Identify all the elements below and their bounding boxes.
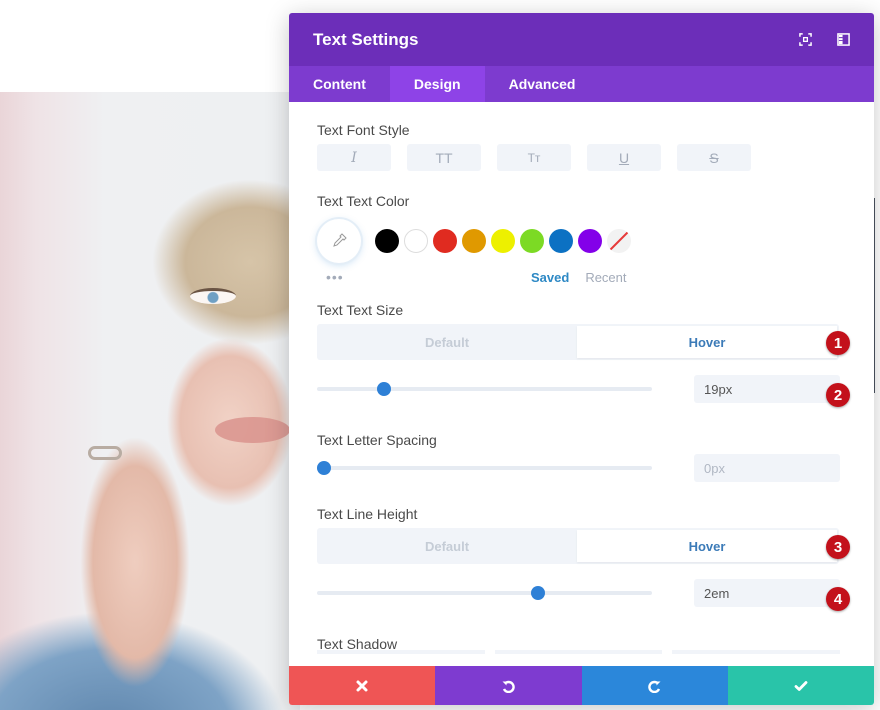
tab-design[interactable]: Design: [389, 66, 485, 102]
annotation-badge-2: 2: [826, 383, 850, 407]
photo-lips: [215, 417, 290, 443]
swatch-yellow[interactable]: [491, 229, 515, 253]
font-style-label: Text Font Style: [317, 122, 410, 138]
redo-button[interactable]: [581, 666, 728, 705]
text-color-section: Text Text Color ••• Saved Recent: [317, 193, 840, 286]
text-shadow-section: Text Shadow: [317, 636, 840, 658]
modal-title: Text Settings: [313, 29, 419, 49]
line-height-hover-tab[interactable]: Hover: [577, 530, 837, 562]
save-button[interactable]: [727, 666, 874, 705]
eyedropper-icon: [333, 233, 347, 247]
text-size-input[interactable]: [694, 375, 840, 403]
modal-header: Text Settings: [289, 13, 874, 66]
letter-spacing-label: Text Letter Spacing: [317, 432, 437, 448]
letter-spacing-section: Text Letter Spacing: [316, 432, 840, 482]
italic-icon: I: [351, 149, 357, 166]
uppercase-button[interactable]: TT: [407, 144, 481, 171]
text-size-default-tab[interactable]: Default: [317, 324, 577, 360]
tab-advanced[interactable]: Advanced: [485, 66, 600, 102]
modal-footer: [289, 666, 874, 705]
undo-icon: [502, 680, 516, 693]
undo-button[interactable]: [435, 666, 582, 705]
swatch-black[interactable]: [375, 229, 399, 253]
italic-button[interactable]: I: [317, 144, 391, 171]
settings-body: Text Font Style I TT Tт U S Text Text Co…: [289, 102, 874, 665]
letter-spacing-input[interactable]: [694, 454, 840, 482]
saved-colors-tab[interactable]: Saved: [531, 270, 569, 285]
color-picker-button[interactable]: [317, 219, 361, 263]
line-height-input[interactable]: [694, 579, 840, 607]
background-photo: [0, 92, 300, 710]
photo-ring: [88, 446, 122, 460]
text-settings-modal: Text Settings Content Design Advanced Te…: [289, 13, 874, 705]
swatch-green[interactable]: [520, 229, 544, 253]
photo-eye: [190, 288, 236, 304]
letter-spacing-slider-handle[interactable]: [316, 461, 331, 475]
more-colors-button[interactable]: •••: [317, 269, 517, 285]
text-size-slider-handle[interactable]: [377, 382, 391, 396]
text-color-label: Text Text Color: [317, 193, 410, 209]
line-height-section: Text Line Height Default Hover: [317, 506, 840, 607]
swatch-blue[interactable]: [549, 229, 573, 253]
swatch-white[interactable]: [404, 229, 428, 253]
annotation-badge-4: 4: [826, 587, 850, 611]
line-height-slider-handle[interactable]: [531, 586, 546, 600]
text-size-state-toggle: Default Hover: [317, 324, 839, 360]
swatch-red[interactable]: [433, 229, 457, 253]
tab-bar: Content Design Advanced: [289, 66, 874, 102]
text-shadow-options: [317, 650, 841, 654]
line-height-state-toggle: Default Hover: [317, 528, 839, 564]
line-height-default-tab[interactable]: Default: [317, 528, 577, 564]
swatch-purple[interactable]: [578, 229, 602, 253]
check-icon: [794, 680, 808, 691]
text-size-label: Text Text Size: [317, 302, 404, 318]
capitalize-icon: Tт: [527, 150, 541, 165]
strikethrough-button[interactable]: S: [677, 144, 751, 171]
annotation-badge-3: 3: [826, 535, 850, 559]
underline-button[interactable]: U: [587, 144, 661, 171]
text-size-section: Text Text Size Default Hover: [317, 302, 840, 403]
redo-icon: [647, 680, 661, 693]
split-view-icon[interactable]: [836, 33, 850, 47]
cancel-button[interactable]: [289, 666, 436, 705]
underline-icon: U: [618, 149, 630, 166]
tab-content[interactable]: Content: [289, 66, 390, 102]
strikethrough-icon: S: [709, 149, 719, 166]
line-height-slider[interactable]: [317, 586, 652, 600]
uppercase-icon: TT: [435, 149, 453, 166]
text-size-slider[interactable]: [317, 382, 652, 396]
fullscreen-icon[interactable]: [798, 33, 812, 47]
swatch-none-icon[interactable]: [607, 229, 631, 253]
text-size-hover-tab[interactable]: Hover: [577, 326, 837, 358]
recent-colors-tab[interactable]: Recent: [585, 270, 626, 285]
capitalize-button[interactable]: Tт: [497, 144, 571, 171]
annotation-badge-1: 1: [826, 331, 850, 355]
swatch-orange[interactable]: [462, 229, 486, 253]
close-icon: [356, 680, 368, 691]
font-style-section: Text Font Style I TT Tт U S: [317, 122, 840, 171]
letter-spacing-slider[interactable]: [316, 461, 652, 475]
page: Text Settings Content Design Advanced Te…: [0, 0, 880, 710]
line-height-label: Text Line Height: [317, 506, 418, 522]
